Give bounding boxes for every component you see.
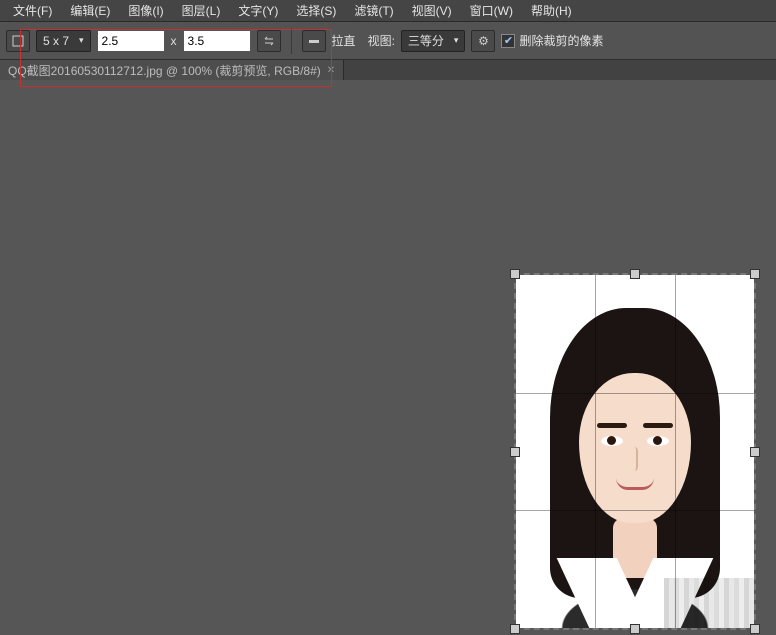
view-label: 视图: <box>368 32 395 49</box>
overlay-value: 三等分 <box>408 32 444 49</box>
overlay-dropdown[interactable]: 三等分 ▾ <box>401 30 466 52</box>
photo-content <box>516 275 754 628</box>
gear-icon: ⚙ <box>478 34 489 48</box>
menu-help[interactable]: 帮助(H) <box>522 0 581 21</box>
menu-edit[interactable]: 编辑(E) <box>61 0 119 21</box>
crop-handle-mid-left[interactable] <box>510 447 520 457</box>
delete-cropped-label: 删除裁剪的像素 <box>519 32 603 49</box>
crop-options-gear-button[interactable]: ⚙ <box>471 30 495 52</box>
aspect-ratio-dropdown[interactable]: 5 x 7 ▾ <box>36 30 91 52</box>
options-bar: 5 x 7 ▾ x 拉直 视图: 三等分 ▾ ⚙ ✔ 删除裁剪的像素 <box>0 22 776 60</box>
crop-handle-top-left[interactable] <box>510 269 520 279</box>
menu-file[interactable]: 文件(F) <box>4 0 61 21</box>
crop-handle-top-right[interactable] <box>750 269 760 279</box>
menu-type[interactable]: 文字(Y) <box>229 0 287 21</box>
straighten-label: 拉直 <box>332 32 356 49</box>
crop-handle-mid-right[interactable] <box>750 447 760 457</box>
swap-dimensions-button[interactable] <box>257 30 281 52</box>
aspect-ratio-value: 5 x 7 <box>43 34 69 48</box>
crop-height-input[interactable] <box>183 30 251 52</box>
crop-width-input[interactable] <box>97 30 165 52</box>
menu-layer[interactable]: 图层(L) <box>173 0 230 21</box>
menu-image[interactable]: 图像(I) <box>119 0 172 21</box>
crop-handle-top-mid[interactable] <box>630 269 640 279</box>
canvas-area[interactable] <box>0 80 776 635</box>
menu-bar: 文件(F) 编辑(E) 图像(I) 图层(L) 文字(Y) 选择(S) 滤镜(T… <box>0 0 776 22</box>
chevron-down-icon: ▾ <box>454 35 459 46</box>
crop-handle-bottom-mid[interactable] <box>630 624 640 634</box>
document-tab-title: QQ截图20160530112712.jpg @ 100% (裁剪预览, RGB… <box>8 62 321 79</box>
menu-window[interactable]: 窗口(W) <box>461 0 522 21</box>
rule-of-thirds-line <box>516 393 754 394</box>
rule-of-thirds-line <box>675 275 676 628</box>
crop-handle-bottom-left[interactable] <box>510 624 520 634</box>
document-tab-bar: QQ截图20160530112712.jpg @ 100% (裁剪预览, RGB… <box>0 60 776 80</box>
menu-filter[interactable]: 滤镜(T) <box>345 0 402 21</box>
checkbox-box: ✔ <box>501 34 515 48</box>
chevron-down-icon: ▾ <box>79 35 84 46</box>
rule-of-thirds-line <box>595 275 596 628</box>
by-label: x <box>171 34 177 48</box>
crop-handle-bottom-right[interactable] <box>750 624 760 634</box>
delete-cropped-checkbox[interactable]: ✔ 删除裁剪的像素 <box>501 32 603 49</box>
menu-view[interactable]: 视图(V) <box>403 0 461 21</box>
menu-select[interactable]: 选择(S) <box>287 0 345 21</box>
rule-of-thirds-line <box>516 510 754 511</box>
crop-preview[interactable] <box>516 275 754 628</box>
tool-preset-button[interactable] <box>6 30 30 52</box>
straighten-icon[interactable] <box>302 30 326 52</box>
close-icon[interactable]: ✕ <box>327 65 335 76</box>
document-tab[interactable]: QQ截图20160530112712.jpg @ 100% (裁剪预览, RGB… <box>0 60 344 80</box>
